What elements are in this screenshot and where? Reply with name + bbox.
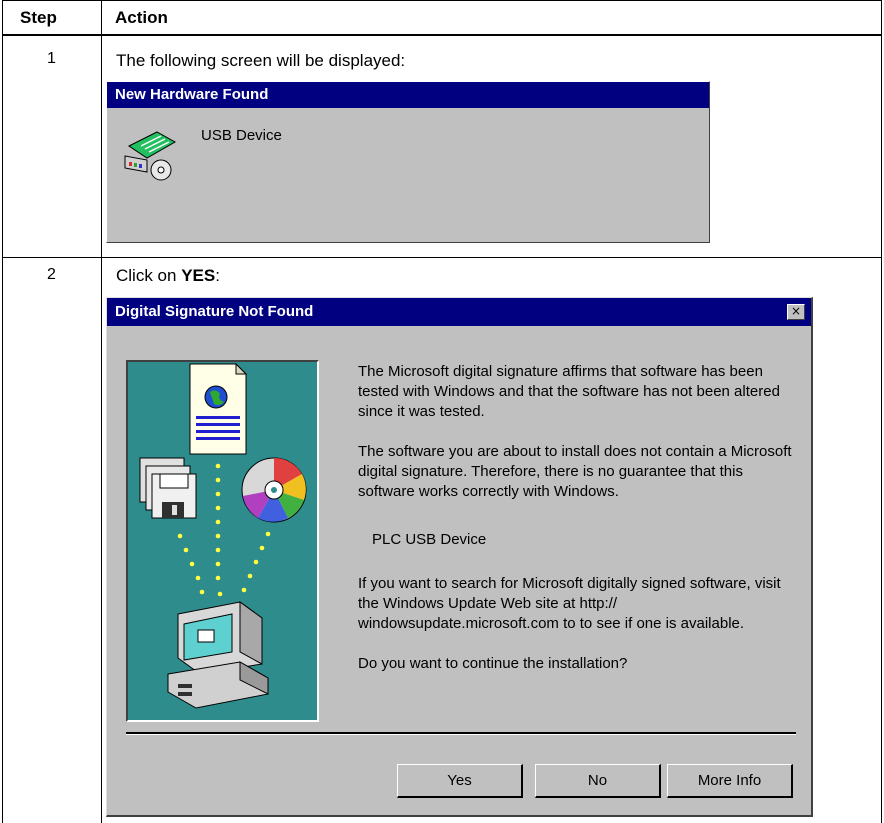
action-emphasis: YES bbox=[181, 266, 216, 285]
button-separator bbox=[126, 732, 796, 735]
computer-icon bbox=[167, 601, 269, 709]
table-border-left bbox=[2, 0, 3, 823]
yes-button[interactable]: Yes bbox=[397, 764, 523, 798]
illustration-panel bbox=[126, 360, 319, 722]
illustration-art bbox=[139, 362, 307, 709]
action-text: Click on YES: bbox=[116, 266, 220, 286]
table-border-top bbox=[2, 0, 882, 1]
device-name: PLC USB Device bbox=[372, 531, 487, 548]
no-button[interactable]: No bbox=[535, 764, 661, 798]
dialog-title: Digital Signature Not Found bbox=[115, 303, 314, 320]
new-hardware-dialog: New Hardware Found USB Device bbox=[106, 81, 710, 243]
windows-update-hint: If you want to search for Microsoft digi… bbox=[358, 575, 781, 632]
more-info-button[interactable]: More Info bbox=[667, 764, 793, 798]
missing-signature-warning: The software you are about to install do… bbox=[358, 443, 792, 500]
cd-icon bbox=[241, 457, 307, 523]
step-number: 1 bbox=[47, 50, 56, 67]
action-text: The following screen will be displayed: bbox=[116, 51, 406, 70]
header-underline bbox=[2, 34, 882, 36]
device-name: USB Device bbox=[201, 127, 282, 144]
floppy-disk-icon bbox=[139, 457, 197, 519]
close-button[interactable]: × bbox=[787, 304, 805, 320]
signature-explanation: The Microsoft digital signature affirms … bbox=[358, 363, 780, 420]
hardware-card-icon bbox=[121, 126, 183, 182]
action-suffix: : bbox=[215, 266, 220, 285]
instruction-table: Step Action 1 The following screen will … bbox=[0, 0, 884, 823]
document-icon bbox=[189, 362, 248, 455]
digital-signature-dialog: Digital Signature Not Found × The Micros… bbox=[106, 297, 813, 817]
continue-question: Do you want to continue the installation… bbox=[358, 655, 628, 672]
dialog-titlebar: New Hardware Found bbox=[107, 82, 709, 108]
table-border-right bbox=[881, 0, 882, 823]
row-divider bbox=[2, 257, 882, 258]
action-prefix: Click on bbox=[116, 266, 182, 285]
column-divider bbox=[101, 0, 102, 823]
header-step: Step bbox=[20, 8, 57, 27]
step-number: 2 bbox=[47, 266, 56, 283]
header-action: Action bbox=[115, 8, 168, 27]
dialog-titlebar: Digital Signature Not Found bbox=[107, 298, 811, 326]
